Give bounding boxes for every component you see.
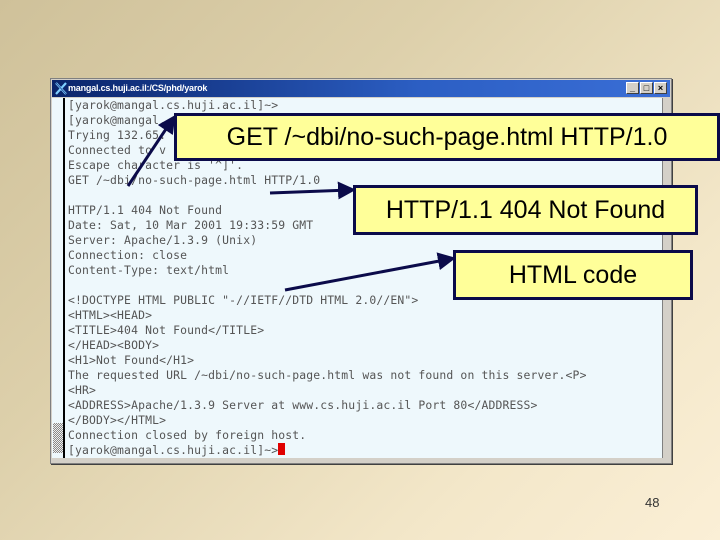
terminal-line: <HR> (68, 383, 97, 397)
close-button[interactable]: × (654, 82, 667, 94)
terminal-line: <H1>Not Found</H1> (68, 353, 195, 367)
terminal-line: <TITLE>404 Not Found</TITLE> (68, 323, 265, 337)
terminal-line: </BODY></HTML> (68, 413, 167, 427)
terminal-line: <HTML><HEAD> (68, 308, 153, 322)
x-window-icon (55, 82, 67, 95)
window-titlebar[interactable]: mangal.cs.huji.ac.il:/CS/phd/yarok _ □ × (52, 80, 670, 97)
callout-get-request: GET /~dbi/no-such-page.html HTTP/1.0 (174, 113, 720, 161)
terminal-line: Connection closed by foreign host. (68, 428, 307, 442)
minimize-button[interactable]: _ (626, 82, 639, 94)
callout-html-code: HTML code (453, 250, 693, 300)
scrollbar[interactable] (52, 98, 63, 458)
terminal-line: Server: Apache/1.3.9 (Unix) (68, 233, 258, 247)
slide-page-number: 48 (645, 495, 660, 510)
callout-label: HTML code (508, 261, 638, 289)
terminal-prompt-line: [yarok@mangal.cs.huji.ac.il]~> (68, 443, 587, 458)
terminal-prompt: [yarok@mangal.cs.huji.ac.il]~> (68, 443, 279, 457)
window-title: mangal.cs.huji.ac.il:/CS/phd/yarok (68, 83, 208, 93)
terminal-line: [yarok@mangal.cs.huji.ac.il]~> (68, 98, 279, 112)
callout-status-line: HTTP/1.1 404 Not Found (353, 185, 698, 235)
maximize-icon: □ (643, 83, 650, 93)
terminal-line: The requested URL /~dbi/no-such-page.htm… (68, 368, 587, 382)
close-icon: × (657, 83, 664, 93)
terminal-line: <ADDRESS>Apache/1.3.9 Server at www.cs.h… (68, 398, 538, 412)
maximize-button[interactable]: □ (640, 82, 653, 94)
scrollbar-thumb[interactable] (53, 423, 63, 453)
text-cursor (278, 443, 286, 455)
minimize-icon: _ (629, 83, 635, 93)
callout-label: HTTP/1.1 404 Not Found (385, 196, 666, 224)
callout-label: GET /~dbi/no-such-page.html HTTP/1.0 (226, 123, 668, 151)
terminal-line: </HEAD><BODY> (68, 338, 160, 352)
